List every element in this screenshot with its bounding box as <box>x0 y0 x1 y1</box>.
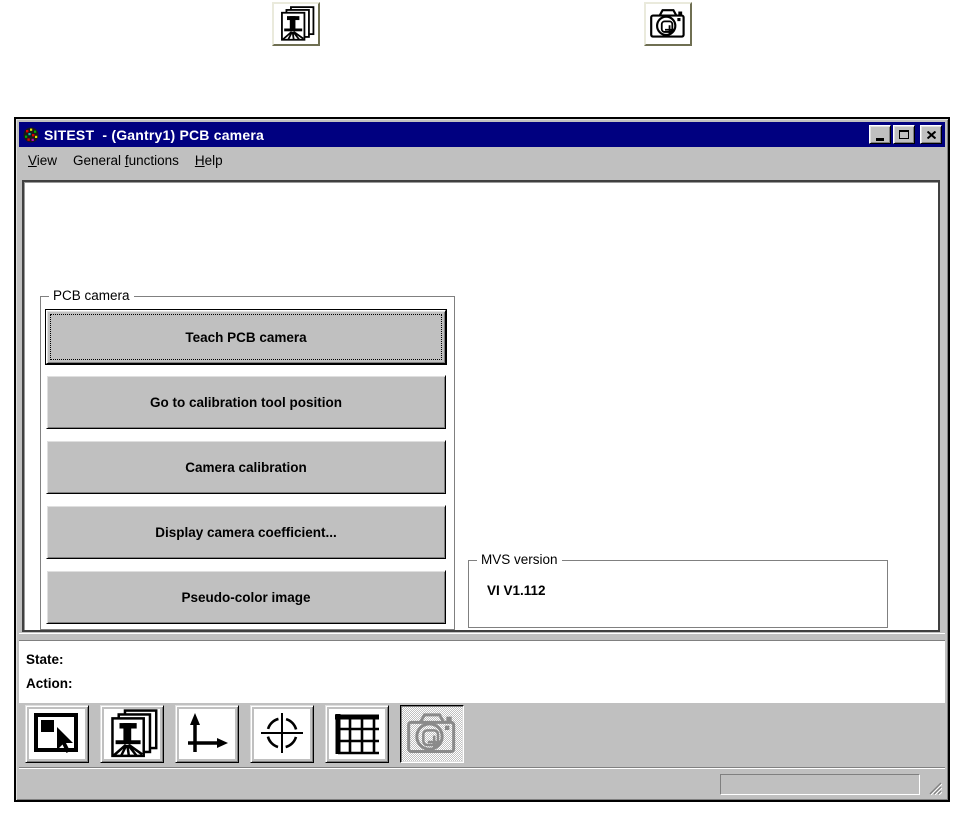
pseudo-color-image-button[interactable]: Pseudo-color image <box>46 570 446 624</box>
pcb-machine-icon <box>276 6 316 42</box>
close-icon <box>926 130 936 139</box>
pcb-camera-toolbar-button[interactable] <box>400 705 464 763</box>
mvs-version-value: VI V1.112 <box>487 583 546 598</box>
menu-general-functions[interactable]: General functions <box>65 150 187 171</box>
action-row: Action: <box>26 672 945 696</box>
pcb-machine-icon <box>104 709 160 759</box>
minimize-button[interactable] <box>869 125 891 144</box>
teach-pcb-camera-button[interactable]: Teach PCB camera <box>45 309 447 365</box>
select-cursor-icon <box>29 709 85 759</box>
coordinate-axes-button[interactable] <box>175 705 239 763</box>
camera-calibration-button[interactable]: Camera calibration <box>46 440 446 494</box>
crosshair-target-icon <box>254 709 310 759</box>
display-camera-coefficient-button[interactable]: Display camera coefficient... <box>46 505 446 559</box>
menubar: View General functions Help <box>19 147 945 173</box>
toolbar <box>19 703 945 767</box>
grid-icon <box>329 709 385 759</box>
select-tool-button[interactable] <box>25 705 89 763</box>
minimize-icon <box>876 137 884 141</box>
statusbar <box>19 767 945 798</box>
coordinate-axes-icon <box>179 709 235 759</box>
resize-grip[interactable] <box>927 780 942 795</box>
go-to-calibration-tool-position-button[interactable]: Go to calibration tool position <box>46 375 446 429</box>
pcb-camera-button[interactable] <box>644 2 692 46</box>
window-title: SITEST - (Gantry1) PCB camera <box>44 126 264 143</box>
action-label: Action: <box>26 676 73 691</box>
machine-pages-toolbar-button[interactable] <box>100 705 164 763</box>
pcb-camera-group-label: PCB camera <box>49 288 134 303</box>
maximize-button[interactable] <box>893 125 915 144</box>
pcb-camera-icon <box>404 709 460 759</box>
pcb-camera-icon <box>648 6 688 42</box>
maximize-icon <box>899 130 909 139</box>
app-icon[interactable] <box>22 126 40 144</box>
close-button[interactable] <box>920 125 942 144</box>
state-row: State: <box>26 648 945 672</box>
menu-view[interactable]: View <box>20 150 65 171</box>
crosshair-target-button[interactable] <box>250 705 314 763</box>
mvs-version-group-label: MVS version <box>477 552 562 567</box>
client-area: PCB camera Teach PCB camera Go to calibr… <box>22 180 940 632</box>
page: SITEST - (Gantry1) PCB camera View Gener… <box>0 0 965 818</box>
state-panel: State: Action: <box>19 641 945 703</box>
pcb-camera-group: PCB camera Teach PCB camera Go to calibr… <box>40 288 455 630</box>
app-window: SITEST - (Gantry1) PCB camera View Gener… <box>14 117 950 802</box>
state-label: State: <box>26 652 64 667</box>
menu-help[interactable]: Help <box>187 150 231 171</box>
separator-bar <box>19 633 945 641</box>
grid-button[interactable] <box>325 705 389 763</box>
titlebar: SITEST - (Gantry1) PCB camera <box>19 122 945 147</box>
machine-pages-button[interactable] <box>272 2 320 46</box>
mvs-version-group: MVS version VI V1.112 <box>468 552 888 628</box>
status-field <box>720 774 920 795</box>
